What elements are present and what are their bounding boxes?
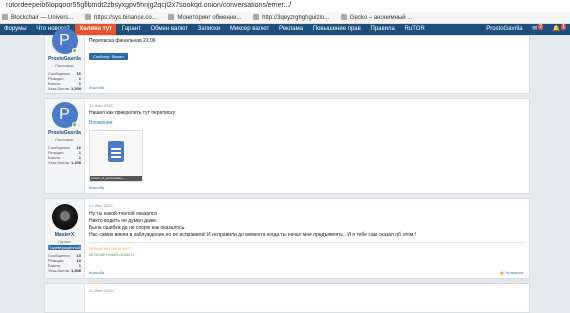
report-link[interactable]: Жалоба <box>89 85 104 90</box>
message-body: Переписка финальная 21.06 Спойлер: Финал… <box>89 36 525 93</box>
signature-line: ГАРАНТИЯ 100% 24/7 <box>89 246 130 251</box>
like-button[interactable]: 👍 Нравится <box>499 270 523 275</box>
signature-divider <box>89 242 525 243</box>
user-stats: Сообщения 16 Реакции 1 Баллы 1 Хеш-баллы 1,2… <box>48 145 81 165</box>
user-stats: Сообщения 10 Реакции 10 Баллы 1 Хеш-баллы 1,… <box>48 253 81 273</box>
thumbs-up-icon: 👍 <box>499 270 505 275</box>
address-bar[interactable]: rutordeepeib6lopqoor55gflbmdt2zbsyxgpv5h… <box>0 0 570 12</box>
message-line: Была ошибка да не спорю как оказалось. <box>89 225 186 231</box>
stat-row: Хеш-баллы 1,258 <box>48 160 81 165</box>
user-title: Пассажир <box>55 137 74 142</box>
message-text: Ну ты какой-тчилой оказался Никто водить… <box>89 211 525 239</box>
stat-row: Хеш-баллы 1,308 <box>48 268 81 273</box>
report-link[interactable]: Жалоба <box>89 270 104 275</box>
user-info: MasterX Гарант Подтвержденный Сообщения 1… <box>45 199 85 278</box>
message-text: Переписка финальная 21.06 <box>89 38 156 44</box>
message-line: Нас самих ввели в заблуждение,но ее испр… <box>89 232 417 238</box>
user-stats: Сообщения 16 Реакции 1 Баллы 1 Хеш-баллы 1,2… <box>48 71 81 91</box>
avatar[interactable]: P <box>51 28 78 54</box>
report-link[interactable]: Жалоба <box>89 185 104 190</box>
message-body: 21 Июн 2023 <box>89 284 525 312</box>
attachment-thumbnail[interactable]: screen_of_conversation... <box>89 130 143 182</box>
bookmark-item[interactable]: http://3qeyzrghghguizlo... <box>251 12 329 23</box>
user-info <box>45 284 85 312</box>
bookmark-item[interactable]: Gecko – анонимный ... <box>339 12 412 23</box>
main-nav: Форумы Что нового? Халява тут Гарант Обм… <box>0 24 570 35</box>
message-line: Никто водить не думал даже. <box>89 218 158 224</box>
spoiler-button[interactable]: Спойлер: Финал <box>89 53 128 60</box>
file-icon <box>108 141 124 162</box>
nav-freebies[interactable]: Халява тут <box>75 24 117 35</box>
message-post: MasterX Гарант Подтвержденный Сообщения 1… <box>44 198 530 279</box>
avatar[interactable]: P <box>51 102 78 128</box>
bookmark-icon <box>85 14 92 20</box>
nav-exchange[interactable]: Обмен валют <box>146 24 192 35</box>
nav-rules[interactable]: Правила <box>367 24 399 35</box>
message-line: Ну ты какой-тчилой оказался <box>89 211 157 217</box>
bookmark-icon <box>168 14 175 20</box>
username[interactable]: ProstoGavrila <box>45 130 84 136</box>
nav-mixer[interactable]: Миксер валют <box>226 24 273 35</box>
nav-garant[interactable]: Гарант <box>118 24 145 35</box>
nav-rutor[interactable]: RuTOR <box>401 24 429 35</box>
bookmark-item[interactable]: Мониторинг обменни... <box>166 12 241 23</box>
username[interactable]: MasterX <box>45 232 84 238</box>
message-body: 21 Июн 2023 Нашел как прикрепить тут пер… <box>89 99 525 193</box>
online-dot <box>71 48 77 53</box>
bookmarks-bar: Blockchair — Univers... https://sys.bina… <box>0 12 570 24</box>
role-badge: Подтвержденный <box>48 245 81 250</box>
user-info: P ProstoGavrila Пассажир Сообщения 16 Реа… <box>45 99 85 193</box>
avatar[interactable] <box>51 204 78 230</box>
alerts-badge: 1 <box>561 24 566 30</box>
nav-ads[interactable]: Реклама <box>275 24 307 35</box>
user-title: Пассажир <box>55 63 74 68</box>
bookmark-icon <box>2 14 8 20</box>
message-post: P ProstoGavrila Пассажир Сообщения 16 Реа… <box>44 28 530 94</box>
nav-user-area: ProstoGavrila ✉ 2 🔔 1 <box>482 24 570 35</box>
message-post: P ProstoGavrila Пассажир Сообщения 16 Реа… <box>44 98 530 194</box>
signature-line: МГНОВЕННЫЙ ОБМЕН <box>89 252 134 257</box>
messages-badge: 2 <box>538 24 544 30</box>
online-dot <box>71 122 77 127</box>
post-date: 21 Июн 2023 <box>89 203 113 208</box>
address-url: rutordeepeib6lopqoor55gflbmdt2zbsyxgpv5h… <box>6 2 292 9</box>
user-title: Гарант <box>58 239 71 244</box>
stat-row: Хеш-баллы 1,258 <box>48 86 81 91</box>
user-info: P ProstoGavrila Пассажир Сообщения 16 Реа… <box>45 28 85 93</box>
message-text: Нашел как прикрепить тут переписку <box>89 110 176 116</box>
nav-user[interactable]: ProstoGavrila <box>482 24 526 35</box>
bookmark-icon <box>253 14 260 20</box>
conversation-thread: P ProstoGavrila Пассажир Сообщения 16 Реа… <box>44 28 530 313</box>
alerts-icon[interactable]: 🔔 1 <box>549 24 570 35</box>
nav-notes[interactable]: Записки <box>194 24 225 35</box>
post-date: 21 Июн 2023 <box>89 288 113 293</box>
message-post: 21 Июн 2023 <box>44 283 530 313</box>
post-date: 21 Июн 2023 <box>89 103 113 108</box>
messages-icon[interactable]: ✉ 2 <box>528 24 547 35</box>
attachments-label: Вложения <box>89 120 113 126</box>
attachment-caption: screen_of_conversation... <box>90 176 142 181</box>
message-body: 21 Июн 2023 Ну ты какой-тчилой оказался … <box>89 199 525 278</box>
nav-upgrade[interactable]: Повышение прав <box>309 24 365 35</box>
nav-forums[interactable]: Форумы <box>0 24 31 35</box>
username[interactable]: ProstoGavrila <box>45 56 84 62</box>
bookmark-item[interactable]: https://sys.binance.co... <box>83 12 157 23</box>
bookmark-item[interactable]: Blockchair — Univers... <box>0 12 73 23</box>
bookmark-icon <box>340 14 347 20</box>
